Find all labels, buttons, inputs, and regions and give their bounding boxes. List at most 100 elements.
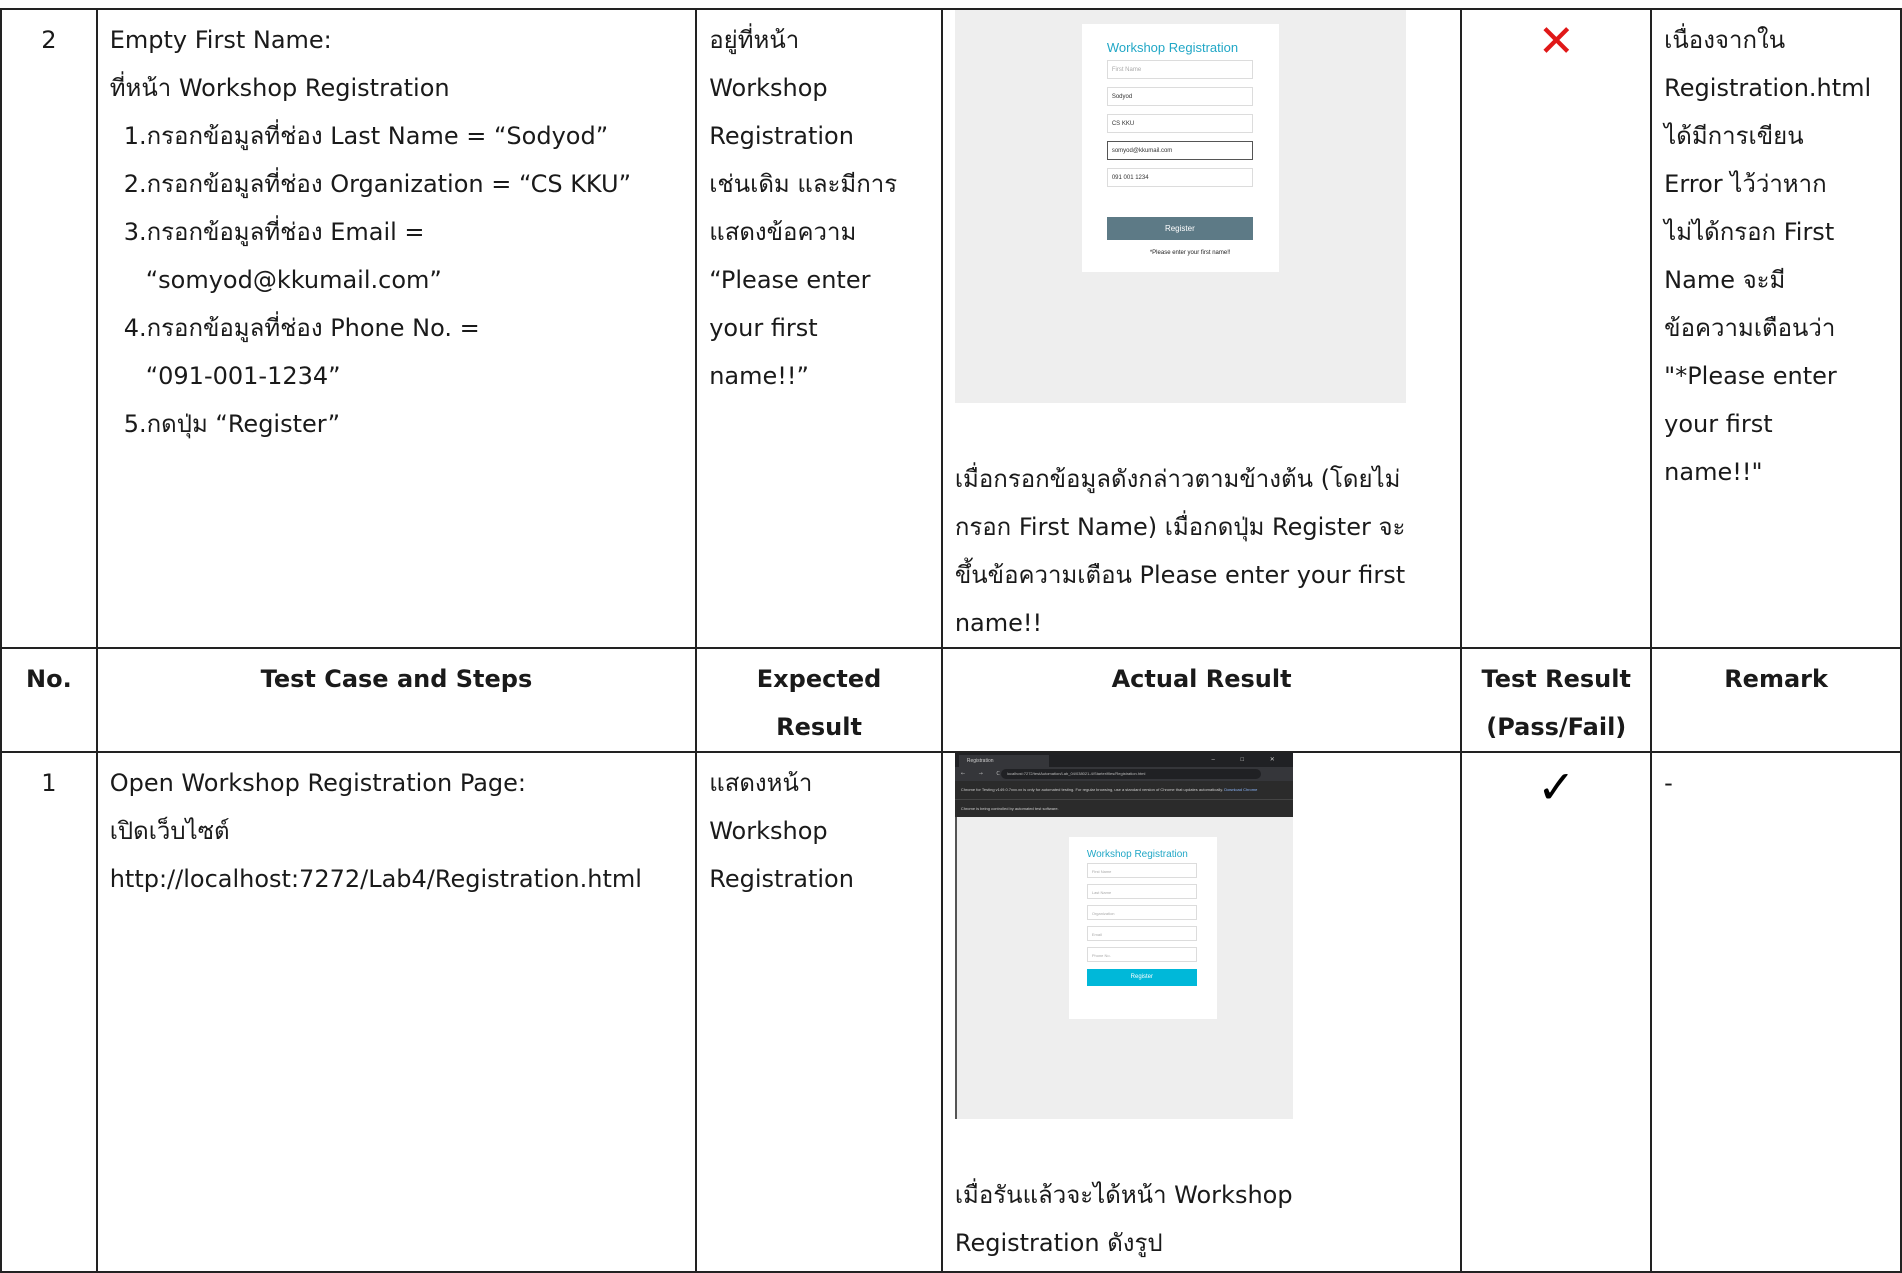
- header-expected-line: Result: [776, 713, 862, 741]
- left-border: [954, 817, 957, 1119]
- cell-expected: อยู่ที่หน้า Workshop Registration เช่นเดิม …: [695, 8, 943, 649]
- form-title: Workshop Registration: [1086, 849, 1188, 860]
- registration-card: Workshop Registration First Name Sodyod …: [1081, 24, 1279, 272]
- testing-info-bar: Chrome for Testing v149.0.7xxx.xx is onl…: [954, 781, 1293, 799]
- expected-result: อยู่ที่หน้า Workshop Registration เช่นเดิม …: [697, 10, 941, 400]
- last-name-field: Last Name: [1086, 884, 1197, 899]
- email-field: somyod@kkumail.com: [1106, 141, 1253, 160]
- phone-field: 091 001 1234: [1106, 168, 1253, 187]
- remark-line: your first: [1664, 410, 1773, 438]
- browser-tab: Registration: [958, 755, 1049, 767]
- expected-line: อยู่ที่หน้า: [709, 26, 800, 54]
- expected-line: “Please enter: [709, 266, 871, 294]
- case-number: 2: [41, 26, 57, 54]
- caption-line: เมื่อกรอกข้อมูลดังกล่าวตามข้างต้น (โดยไม…: [954, 465, 1401, 493]
- step-line: “091-001-1234”: [145, 362, 341, 390]
- header-remark-label: Remark: [1724, 665, 1828, 693]
- step-line: ที่หน้า Workshop Registration: [109, 74, 450, 102]
- first-name-field: First Name: [1086, 863, 1197, 878]
- cell-steps: Open Workshop Registration Page: เปิดเว็บ…: [95, 751, 698, 1273]
- step-line: 1.กรอกข้อมูลที่ช่อง Last Name = “Sodyod”: [123, 122, 609, 150]
- header-actual: Actual Result: [940, 647, 1463, 753]
- remark-line: -: [1664, 769, 1673, 797]
- caption-line: Registration ดังรูป: [954, 1229, 1163, 1257]
- caption-line: ขึ้นข้อความเตือน Please enter your first: [954, 561, 1406, 589]
- cell-no: 1: [0, 751, 98, 1273]
- organization-field: Organization: [1086, 905, 1197, 920]
- cell-remark: -: [1650, 751, 1902, 1273]
- remark-line: ได้มีการเขียน: [1664, 122, 1804, 150]
- expected-line: เช่นเดิม และมีการ: [709, 170, 898, 198]
- step-line: 4.กรอกข้อมูลที่ช่อง Phone No. =: [123, 314, 480, 342]
- header-no-label: No.: [26, 665, 72, 693]
- header-actual-label: Actual Result: [1111, 665, 1292, 693]
- expected-line: Registration: [709, 122, 854, 150]
- cell-expected: แสดงหน้า Workshop Registration: [695, 751, 943, 1273]
- remark-line: name!!": [1664, 458, 1763, 486]
- table-header-row: No. Test Case and Steps Expected Result A…: [0, 647, 1902, 753]
- step-line: Empty First Name:: [109, 26, 332, 54]
- download-chrome-link: Download Chrome: [1224, 787, 1258, 792]
- first-name-field: First Name: [1106, 60, 1253, 79]
- expected-line: แสดงหน้า: [709, 769, 813, 797]
- caption-line: กรอก First Name) เมื่อกดปุ่ม Register จะ: [954, 513, 1406, 541]
- check-icon: ✓: [1536, 760, 1576, 814]
- test-case-table: 2 Empty First Name: ที่หน้า Workshop Regi…: [0, 8, 1902, 1273]
- step-line: http://localhost:7272/Lab4/Registration.…: [109, 865, 642, 893]
- header-result-line: (Pass/Fail): [1486, 713, 1627, 741]
- header-steps-label: Test Case and Steps: [260, 665, 533, 693]
- remark-line: เนื่องจากใน: [1664, 26, 1786, 54]
- organization-field: CS KKU: [1106, 114, 1253, 133]
- actual-caption: เมื่อรันแล้วจะได้หน้า Workshop Registrati…: [955, 1171, 1449, 1267]
- remark-line: Name จะมี: [1664, 266, 1786, 294]
- email-field: Email: [1086, 926, 1197, 941]
- cross-icon: ✕: [1537, 16, 1575, 67]
- table-row-case-2: 2 Empty First Name: ที่หน้า Workshop Regi…: [0, 8, 1902, 649]
- step-line: 3.กรอกข้อมูลที่ช่อง Email =: [123, 218, 425, 246]
- cell-actual: Workshop Registration First Name Sodyod …: [940, 8, 1463, 649]
- cell-no: 2: [0, 8, 98, 649]
- expected-line: Registration: [709, 865, 854, 893]
- nav-buttons: ← → C: [960, 771, 1006, 777]
- error-message: *Please enter your first name!!: [1149, 250, 1231, 256]
- url-field: localhost:7272/testAutomation/Lab_04/038…: [1000, 769, 1261, 779]
- cell-remark: เนื่องจากใน Registration.html ได้มีการเขีย…: [1650, 8, 1902, 649]
- header-result: Test Result (Pass/Fail): [1460, 647, 1653, 753]
- screenshot-registration-error: Workshop Registration First Name Sodyod …: [954, 10, 1406, 403]
- cell-result: ✓: [1460, 751, 1653, 1273]
- automation-info-bar: Chrome is being controlled by automated …: [954, 799, 1293, 817]
- registration-card: Workshop Registration First Name Last Na…: [1068, 837, 1217, 1019]
- header-expected-line: Expected: [756, 665, 882, 693]
- remark-line: Error ไว้ว่าหาก: [1664, 170, 1827, 198]
- remark-line: Registration.html: [1664, 74, 1872, 102]
- expected-result: แสดงหน้า Workshop Registration: [697, 753, 941, 903]
- cell-result: ✕: [1460, 8, 1653, 649]
- steps-list: Empty First Name: ที่หน้า Workshop Regist…: [98, 10, 696, 448]
- register-button: Register: [1086, 969, 1197, 986]
- header-no: No.: [0, 647, 98, 753]
- header-remark: Remark: [1650, 647, 1902, 753]
- remark-line: "*Please enter: [1664, 362, 1837, 390]
- step-line: 5.กดปุ่ม “Register”: [123, 410, 341, 438]
- steps-list: Open Workshop Registration Page: เปิดเว็บ…: [98, 753, 696, 903]
- expected-line: Workshop: [709, 817, 828, 845]
- remark-line: ข้อความเตือนว่า: [1664, 314, 1836, 342]
- header-result-line: Test Result: [1481, 665, 1631, 693]
- remark: -: [1652, 753, 1900, 807]
- step-line: 2.กรอกข้อมูลที่ช่อง Organization = “CS K…: [123, 170, 632, 198]
- header-steps: Test Case and Steps: [95, 647, 698, 753]
- screenshot-registration-page: Registration – □ ✕ ← → C localhost:7272/…: [954, 753, 1293, 1119]
- table-row-case-1: 1 Open Workshop Registration Page: เปิดเว…: [0, 751, 1902, 1273]
- expected-line: name!!”: [709, 362, 809, 390]
- expected-line: Workshop: [709, 74, 828, 102]
- step-line: เปิดเว็บไซต์: [109, 817, 230, 845]
- actual-caption: เมื่อกรอกข้อมูลดังกล่าวตามข้างต้น (โดยไม…: [955, 455, 1449, 647]
- cell-actual: Registration – □ ✕ ← → C localhost:7272/…: [940, 751, 1463, 1273]
- step-line: Open Workshop Registration Page:: [109, 769, 527, 797]
- browser-tab-bar: Registration – □ ✕: [954, 753, 1293, 767]
- info-bar-text: Chrome for Testing v149.0.7xxx.xx is onl…: [960, 787, 1224, 792]
- remark: เนื่องจากใน Registration.html ได้มีการเขีย…: [1652, 10, 1900, 496]
- last-name-field: Sodyod: [1106, 87, 1253, 106]
- caption-line: เมื่อรันแล้วจะได้หน้า Workshop: [954, 1181, 1293, 1209]
- phone-field: Phone No.: [1086, 947, 1197, 962]
